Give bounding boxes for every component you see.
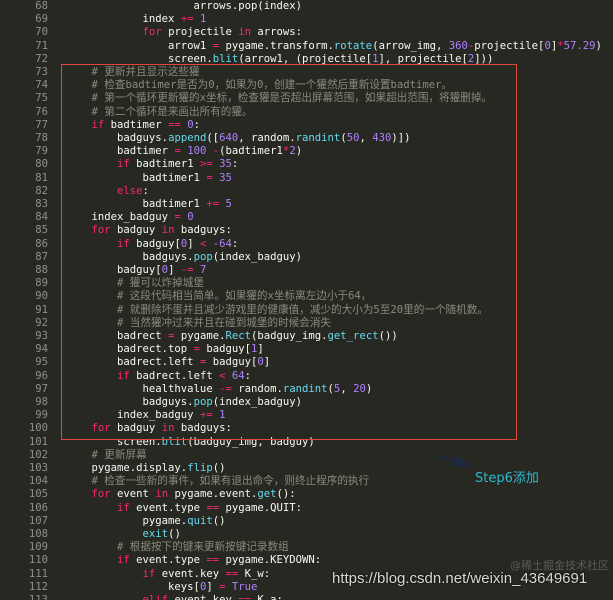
arrow-head — [452, 456, 472, 467]
annotation-arrow — [437, 455, 472, 467]
code-editor[interactable]: 68 arrows.pop(index) 69 index += 1 70 for … — [0, 0, 613, 600]
watermark-url: https://blog.csdn.net/weixin_43649691 — [332, 570, 588, 587]
arrow-shaft — [437, 455, 456, 462]
step-annotation-label: Step6添加 — [475, 471, 539, 486]
